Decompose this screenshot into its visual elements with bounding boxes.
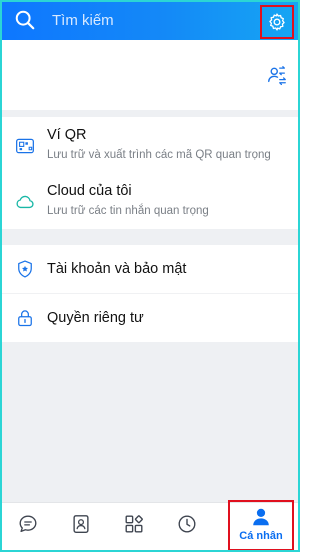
- menu-item-my-cloud[interactable]: Cloud của tôi Lưu trữ các tin nhắn quan …: [2, 173, 298, 229]
- nav-tab-personal[interactable]: Cá nhân: [228, 500, 294, 550]
- qr-wallet-subtitle: Lưu trữ và xuất trình các mã QR quan trọ…: [47, 149, 271, 161]
- nav-tab-personal-label: Cá nhân: [239, 530, 283, 542]
- app-frame: Tìm kiếm Ví QR Lưu trữ và xuất trình các…: [0, 0, 300, 552]
- search-icon[interactable]: [14, 9, 36, 31]
- search-input[interactable]: Tìm kiếm: [52, 12, 114, 29]
- account-security-title: Tài khoản và bảo mật: [47, 261, 187, 277]
- gear-icon: [269, 13, 285, 31]
- menu-item-qr-wallet[interactable]: Ví QR Lưu trữ và xuất trình các mã QR qu…: [2, 117, 298, 173]
- my-cloud-title: Cloud của tôi: [47, 183, 132, 199]
- cloud-icon: [16, 195, 34, 209]
- shield-icon: [18, 260, 32, 278]
- empty-area: [2, 342, 298, 502]
- profile-header: [2, 40, 298, 110]
- chat-icon[interactable]: [17, 513, 39, 535]
- settings-button[interactable]: [260, 5, 294, 39]
- switch-account-icon[interactable]: [266, 64, 288, 86]
- discover-icon[interactable]: [123, 513, 145, 535]
- contacts-icon[interactable]: [70, 513, 92, 535]
- menu-item-privacy[interactable]: Quyền riêng tư: [2, 293, 298, 342]
- top-search-bar: Tìm kiếm: [2, 2, 298, 40]
- person-icon: [253, 508, 269, 526]
- qr-wallet-icon: [16, 138, 34, 154]
- lock-icon: [18, 310, 32, 327]
- my-cloud-subtitle: Lưu trữ các tin nhắn quan trọng: [47, 205, 209, 217]
- section-divider: [2, 229, 298, 245]
- bottom-navigation: Cá nhân: [2, 500, 298, 550]
- menu-item-account-security[interactable]: Tài khoản và bảo mật: [2, 245, 298, 293]
- privacy-title: Quyền riêng tư: [47, 310, 144, 326]
- section-divider: [2, 110, 298, 117]
- qr-wallet-title: Ví QR: [47, 127, 87, 143]
- timeline-icon[interactable]: [176, 513, 198, 535]
